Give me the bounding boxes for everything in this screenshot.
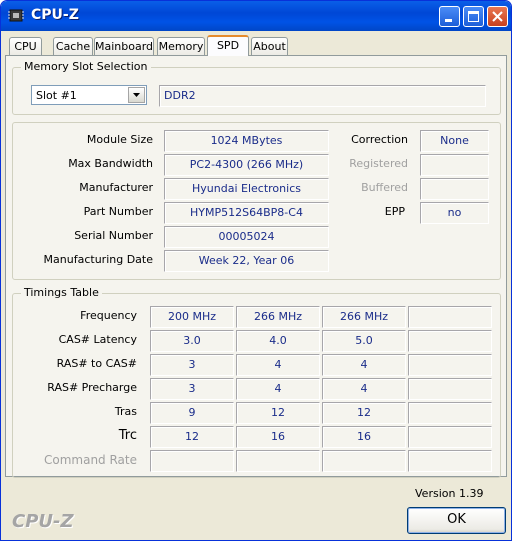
timing-cell <box>408 450 492 472</box>
close-icon <box>492 11 503 22</box>
timing-cell: 3 <box>150 378 234 400</box>
command-rate-label: Command Rate <box>43 453 137 467</box>
version-label: Version 1.39 <box>415 487 484 500</box>
timing-cell: 200 MHz <box>150 306 234 328</box>
memory-slot-selection-title: Memory Slot Selection <box>21 60 151 73</box>
timing-cell <box>150 450 234 472</box>
serial-number-label: Serial Number <box>74 229 153 242</box>
timing-cell: 4.0 <box>236 330 320 352</box>
tab-memory[interactable]: Memory <box>157 37 205 55</box>
manufacturer-label: Manufacturer <box>79 181 153 194</box>
serial-number-value: 00005024 <box>164 226 329 248</box>
timing-cell <box>408 378 492 400</box>
cpuz-brand-logo: CPU-Z <box>12 511 74 532</box>
correction-value: None <box>420 130 489 152</box>
tab-spd[interactable]: SPD <box>207 35 249 56</box>
window-title: CPU-Z <box>31 7 79 23</box>
timing-cell <box>322 450 406 472</box>
tab-mainboard[interactable]: Mainboard <box>94 37 154 55</box>
registered-value <box>420 154 489 176</box>
tab-about[interactable]: About <box>251 37 288 55</box>
minimize-button[interactable] <box>439 6 460 27</box>
ok-button[interactable]: OK <box>407 507 506 534</box>
timings-table-title: Timings Table <box>21 286 102 299</box>
tab-cache[interactable]: Cache <box>53 37 93 55</box>
part-number-value: HYMP512S64BP8-C4 <box>164 202 329 224</box>
tab-cpu[interactable]: CPU <box>9 37 42 55</box>
timing-cell <box>408 426 492 448</box>
timing-cell: 4 <box>322 354 406 376</box>
cas-latency-label: CAS# Latency <box>58 333 137 346</box>
timing-cell: 4 <box>322 378 406 400</box>
part-number-label: Part Number <box>83 205 153 218</box>
timing-cell: 266 MHz <box>322 306 406 328</box>
cpu-chip-icon <box>8 9 24 22</box>
timing-cell: 12 <box>322 402 406 424</box>
minimize-icon <box>445 19 452 22</box>
timing-cell: 4 <box>236 354 320 376</box>
timing-cell <box>408 402 492 424</box>
ras-to-cas-label: RAS# to CAS# <box>56 357 137 370</box>
timing-cell: 4 <box>236 378 320 400</box>
timing-cell: 16 <box>322 426 406 448</box>
ras-precharge-label: RAS# Precharge <box>47 381 137 394</box>
timing-cell: 16 <box>236 426 320 448</box>
dropdown-button[interactable] <box>128 87 145 103</box>
timing-cell <box>236 450 320 472</box>
maximize-icon <box>468 11 479 22</box>
epp-value: no <box>420 202 489 224</box>
module-size-label: Module Size <box>86 133 153 146</box>
timing-cell: 12 <box>150 426 234 448</box>
timing-cell: 12 <box>236 402 320 424</box>
epp-label: EPP <box>384 205 405 218</box>
frequency-label: Frequency <box>80 309 137 322</box>
timing-cell: 9 <box>150 402 234 424</box>
timing-cell <box>408 354 492 376</box>
module-size-value: 1024 MBytes <box>164 130 329 152</box>
max-bandwidth-value: PC2-4300 (266 MHz) <box>164 154 329 176</box>
slot-select-dropdown[interactable]: Slot #1 <box>31 85 147 105</box>
timing-cell <box>408 306 492 328</box>
buffered-label: Buffered <box>361 181 408 194</box>
timing-cell: 3.0 <box>150 330 234 352</box>
manufacturing-date-value: Week 22, Year 06 <box>164 250 329 272</box>
timing-cell: 3 <box>150 354 234 376</box>
timing-cell: 5.0 <box>322 330 406 352</box>
buffered-value <box>420 178 489 200</box>
trc-label: Trc <box>118 428 137 443</box>
memory-type-field: DDR2 <box>159 85 486 107</box>
chevron-down-icon <box>133 93 140 97</box>
timing-cell: 266 MHz <box>236 306 320 328</box>
correction-label: Correction <box>351 133 408 146</box>
max-bandwidth-label: Max Bandwidth <box>68 157 153 170</box>
manufacturing-date-label: Manufacturing Date <box>43 253 153 266</box>
title-bar[interactable]: CPU-Z <box>1 1 511 31</box>
maximize-button[interactable] <box>463 6 484 27</box>
timing-cell <box>408 330 492 352</box>
manufacturer-value: Hyundai Electronics <box>164 178 329 200</box>
registered-label: Registered <box>349 157 408 170</box>
cpuz-window: CPU-Z CPU Cache Mainboard Memory SPD Abo… <box>0 0 512 541</box>
slot-select-value: Slot #1 <box>36 89 77 102</box>
tras-label: Tras <box>114 405 137 418</box>
close-button[interactable] <box>487 6 508 27</box>
